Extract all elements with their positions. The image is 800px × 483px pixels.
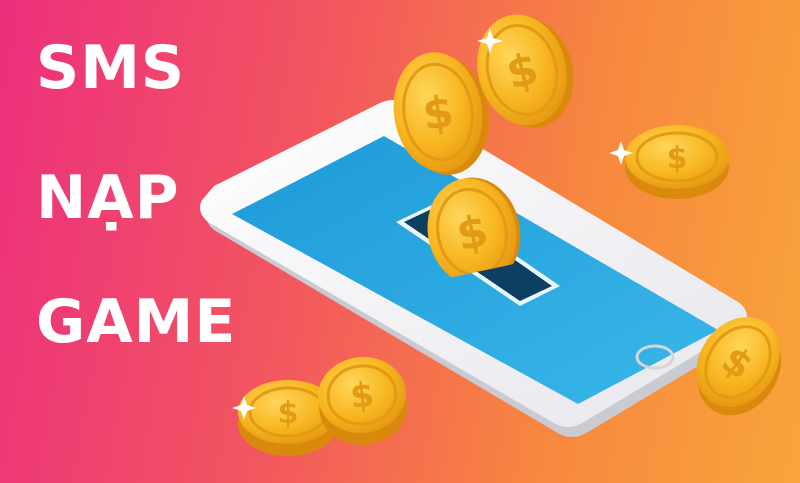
svg-text:$: $: [348, 375, 376, 417]
svg-text:$: $: [278, 396, 299, 431]
svg-text:$: $: [667, 141, 688, 176]
illustration: $ $ $ $ $ $ $: [200, 14, 782, 456]
coin-icon: $: [625, 125, 729, 199]
sms-nap-game-banner: SMS NẠP GAME $ $ $ $ $ $ $: [0, 0, 800, 483]
